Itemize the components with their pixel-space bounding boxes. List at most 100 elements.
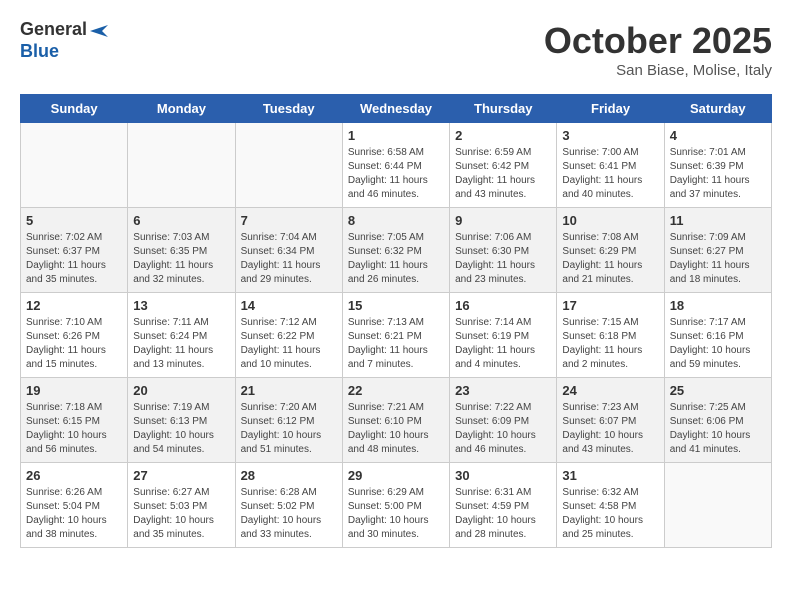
day-cell: 17 Sunrise: 7:15 AM Sunset: 6:18 PM Dayli… [557, 293, 664, 378]
day-info: Sunrise: 7:17 AM Sunset: 6:16 PM Dayligh… [670, 316, 766, 372]
day-info: Sunrise: 6:59 AM Sunset: 6:42 PM Dayligh… [455, 146, 551, 202]
day-cell: 18 Sunrise: 7:17 AM Sunset: 6:16 PM Dayli… [664, 293, 771, 378]
day-number: 14 [241, 298, 337, 313]
logo-blue: Blue [20, 41, 59, 61]
week-row-3: 12 Sunrise: 7:10 AM Sunset: 6:26 PM Dayli… [21, 293, 772, 378]
day-number: 3 [562, 128, 658, 143]
day-number: 15 [348, 298, 444, 313]
day-info: Sunrise: 7:13 AM Sunset: 6:21 PM Dayligh… [348, 316, 444, 372]
day-cell: 27Sunrise: 6:27 AM Sunset: 5:03 PM Dayli… [128, 463, 235, 548]
day-cell: 22Sunrise: 7:21 AM Sunset: 6:10 PM Dayli… [342, 378, 449, 463]
day-cell: 3Sunrise: 7:00 AM Sunset: 6:41 PM Daylig… [557, 123, 664, 208]
day-info: Sunrise: 7:08 AM Sunset: 6:29 PM Dayligh… [562, 231, 658, 287]
week-row-2: 5 Sunrise: 7:02 AM Sunset: 6:37 PM Daylig… [21, 208, 772, 293]
day-cell [235, 123, 342, 208]
day-info: Sunrise: 7:23 AM Sunset: 6:07 PM Dayligh… [562, 401, 658, 457]
day-info: Sunrise: 6:27 AM Sunset: 5:03 PM Dayligh… [133, 486, 229, 542]
day-cell: 13 Sunrise: 7:11 AM Sunset: 6:24 PM Dayli… [128, 293, 235, 378]
day-cell: 11 Sunrise: 7:09 AM Sunset: 6:27 PM Dayli… [664, 208, 771, 293]
day-cell: 21Sunrise: 7:20 AM Sunset: 6:12 PM Dayli… [235, 378, 342, 463]
day-number: 22 [348, 383, 444, 398]
day-number: 6 [133, 213, 229, 228]
day-info: Sunrise: 7:04 AM Sunset: 6:34 PM Dayligh… [241, 231, 337, 287]
day-info: Sunrise: 7:12 AM Sunset: 6:22 PM Dayligh… [241, 316, 337, 372]
day-number: 26 [26, 468, 122, 483]
day-info: Sunrise: 7:09 AM Sunset: 6:27 PM Dayligh… [670, 231, 766, 287]
day-number: 31 [562, 468, 658, 483]
header-day-saturday: Saturday [664, 95, 771, 123]
day-number: 13 [133, 298, 229, 313]
day-cell: 5 Sunrise: 7:02 AM Sunset: 6:37 PM Daylig… [21, 208, 128, 293]
day-info: Sunrise: 7:05 AM Sunset: 6:32 PM Dayligh… [348, 231, 444, 287]
day-info: Sunrise: 7:19 AM Sunset: 6:13 PM Dayligh… [133, 401, 229, 457]
day-number: 8 [348, 213, 444, 228]
day-info: Sunrise: 7:06 AM Sunset: 6:30 PM Dayligh… [455, 231, 551, 287]
day-cell: 15 Sunrise: 7:13 AM Sunset: 6:21 PM Dayli… [342, 293, 449, 378]
day-info: Sunrise: 7:10 AM Sunset: 6:26 PM Dayligh… [26, 316, 122, 372]
day-cell [664, 463, 771, 548]
day-number: 11 [670, 213, 766, 228]
day-number: 17 [562, 298, 658, 313]
day-cell: 14 Sunrise: 7:12 AM Sunset: 6:22 PM Dayli… [235, 293, 342, 378]
day-info: Sunrise: 7:18 AM Sunset: 6:15 PM Dayligh… [26, 401, 122, 457]
header-day-wednesday: Wednesday [342, 95, 449, 123]
header-day-monday: Monday [128, 95, 235, 123]
day-cell: 30 Sunrise: 6:31 AM Sunset: 4:59 PM Dayli… [450, 463, 557, 548]
day-cell: 25 Sunrise: 7:25 AM Sunset: 6:06 PM Dayli… [664, 378, 771, 463]
day-number: 16 [455, 298, 551, 313]
logo-general: General [20, 19, 87, 39]
day-cell: 29Sunrise: 6:29 AM Sunset: 5:00 PM Dayli… [342, 463, 449, 548]
day-number: 30 [455, 468, 551, 483]
day-info: Sunrise: 7:20 AM Sunset: 6:12 PM Dayligh… [241, 401, 337, 457]
header-day-friday: Friday [557, 95, 664, 123]
day-cell: 6Sunrise: 7:03 AM Sunset: 6:35 PM Daylig… [128, 208, 235, 293]
calendar-table: SundayMondayTuesdayWednesdayThursdayFrid… [20, 94, 772, 548]
logo-bird-icon [88, 20, 110, 42]
day-number: 28 [241, 468, 337, 483]
day-cell: 20Sunrise: 7:19 AM Sunset: 6:13 PM Dayli… [128, 378, 235, 463]
day-cell: 9 Sunrise: 7:06 AM Sunset: 6:30 PM Daylig… [450, 208, 557, 293]
day-info: Sunrise: 6:26 AM Sunset: 5:04 PM Dayligh… [26, 486, 122, 542]
day-cell [21, 123, 128, 208]
day-cell: 24 Sunrise: 7:23 AM Sunset: 6:07 PM Dayli… [557, 378, 664, 463]
day-cell: 1Sunrise: 6:58 AM Sunset: 6:44 PM Daylig… [342, 123, 449, 208]
day-info: Sunrise: 7:25 AM Sunset: 6:06 PM Dayligh… [670, 401, 766, 457]
day-number: 9 [455, 213, 551, 228]
title-block: October 2025 San Biase, Molise, Italy [544, 20, 772, 79]
header-day-tuesday: Tuesday [235, 95, 342, 123]
day-number: 24 [562, 383, 658, 398]
day-number: 23 [455, 383, 551, 398]
logo: General Blue [20, 20, 111, 62]
day-info: Sunrise: 7:11 AM Sunset: 6:24 PM Dayligh… [133, 316, 229, 372]
day-info: Sunrise: 6:32 AM Sunset: 4:58 PM Dayligh… [562, 486, 658, 542]
day-cell: 12 Sunrise: 7:10 AM Sunset: 6:26 PM Dayli… [21, 293, 128, 378]
day-info: Sunrise: 6:28 AM Sunset: 5:02 PM Dayligh… [241, 486, 337, 542]
day-number: 12 [26, 298, 122, 313]
week-row-5: 26 Sunrise: 6:26 AM Sunset: 5:04 PM Dayli… [21, 463, 772, 548]
day-info: Sunrise: 7:02 AM Sunset: 6:37 PM Dayligh… [26, 231, 122, 287]
month-title: October 2025 [544, 20, 772, 62]
day-number: 19 [26, 383, 122, 398]
day-number: 25 [670, 383, 766, 398]
day-number: 7 [241, 213, 337, 228]
day-cell: 26 Sunrise: 6:26 AM Sunset: 5:04 PM Dayli… [21, 463, 128, 548]
day-cell: 7 Sunrise: 7:04 AM Sunset: 6:34 PM Daylig… [235, 208, 342, 293]
day-cell: 28 Sunrise: 6:28 AM Sunset: 5:02 PM Dayli… [235, 463, 342, 548]
day-info: Sunrise: 7:01 AM Sunset: 6:39 PM Dayligh… [670, 146, 766, 202]
week-row-1: 1Sunrise: 6:58 AM Sunset: 6:44 PM Daylig… [21, 123, 772, 208]
header-day-sunday: Sunday [21, 95, 128, 123]
header-day-thursday: Thursday [450, 95, 557, 123]
day-cell: 8 Sunrise: 7:05 AM Sunset: 6:32 PM Daylig… [342, 208, 449, 293]
page-header: General Blue October 2025 San Biase, Mol… [20, 20, 772, 79]
logo-text: General Blue [20, 20, 111, 62]
day-info: Sunrise: 6:29 AM Sunset: 5:00 PM Dayligh… [348, 486, 444, 542]
day-info: Sunrise: 7:15 AM Sunset: 6:18 PM Dayligh… [562, 316, 658, 372]
day-info: Sunrise: 7:14 AM Sunset: 6:19 PM Dayligh… [455, 316, 551, 372]
day-info: Sunrise: 6:31 AM Sunset: 4:59 PM Dayligh… [455, 486, 551, 542]
day-number: 18 [670, 298, 766, 313]
day-cell: 4Sunrise: 7:01 AM Sunset: 6:39 PM Daylig… [664, 123, 771, 208]
day-number: 5 [26, 213, 122, 228]
day-cell: 10Sunrise: 7:08 AM Sunset: 6:29 PM Dayli… [557, 208, 664, 293]
header-row: SundayMondayTuesdayWednesdayThursdayFrid… [21, 95, 772, 123]
day-info: Sunrise: 6:58 AM Sunset: 6:44 PM Dayligh… [348, 146, 444, 202]
